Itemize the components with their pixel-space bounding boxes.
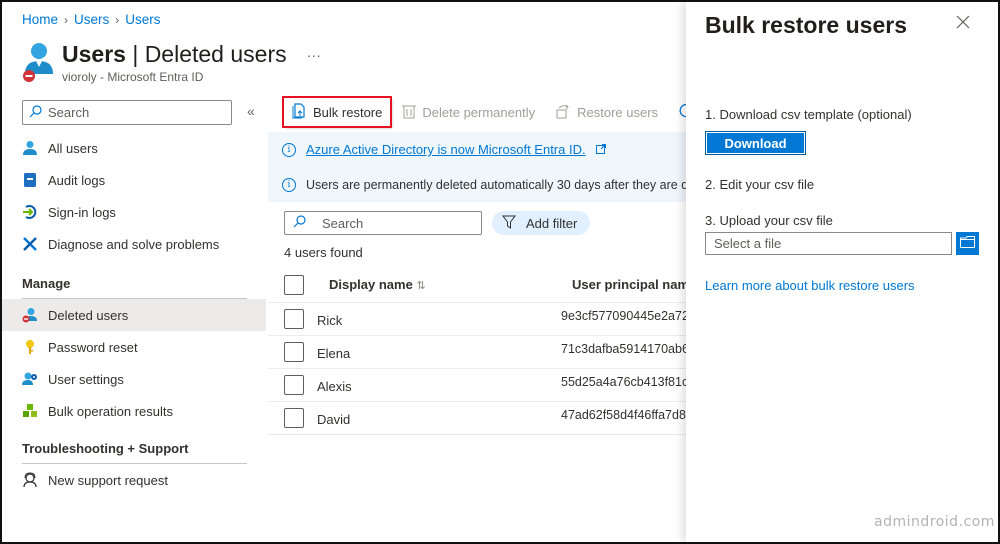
refresh-button[interactable] [670,98,686,126]
cell-display-name: Rick [317,313,343,328]
folder-icon [960,236,975,251]
row-checkbox[interactable] [284,375,304,395]
row-checkbox[interactable] [284,408,304,428]
bulk-restore-button[interactable]: Bulk restore [281,96,393,128]
table-row[interactable]: Rick 9e3cf577090445e2a72 [268,303,686,336]
user-settings-icon [22,371,38,387]
sidebar-item-sign-in-logs[interactable]: Sign-in logs [2,196,266,228]
cell-upn: 9e3cf577090445e2a72 [561,309,686,323]
entra-rename-link[interactable]: Azure Active Directory is now Microsoft … [306,142,586,157]
panel-title: Bulk restore users [705,12,907,38]
close-icon [955,15,971,33]
sidebar-nav: All users Audit logs Sign-in logs Diagno… [2,132,266,496]
table-row[interactable]: Alexis 55d25a4a76cb413f81c [268,369,686,402]
step-edit-label: 2. Edit your csv file [705,177,815,192]
row-checkbox[interactable] [284,309,304,329]
manage-heading: Manage [22,276,71,291]
restore-users-button[interactable]: Restore users [547,98,666,126]
main-blade: Home › Users › Users Users | Deleted use… [2,2,686,542]
sidebar-item-deleted-users[interactable]: Deleted users [2,299,266,331]
browse-file-button[interactable] [956,232,979,255]
table-row[interactable]: David 47ad62f58d4f46ffa7d8 [268,402,686,435]
sidebar-item-password-reset[interactable]: Password reset [2,331,266,363]
search-placeholder: Search [322,215,364,231]
row-checkbox[interactable] [284,342,304,362]
banner-retention-notice: i Users are permanently deleted automati… [282,178,686,192]
cell-display-name: Alexis [317,379,352,394]
chevron-right-icon: › [115,12,120,27]
sidebar-item-new-support-request[interactable]: New support request [2,464,266,496]
step-download-label: 1. Download csv template (optional) [705,107,912,122]
column-upn[interactable]: User principal name [572,277,686,292]
search-icon [293,215,306,231]
bulk-results-icon [22,403,38,419]
add-filter-button[interactable]: Add filter [492,211,590,235]
deleted-user-icon [22,307,38,323]
cell-display-name: David [317,412,351,427]
close-panel-button[interactable] [955,14,971,30]
cell-upn: 47ad62f58d4f46ffa7d8 [561,408,686,422]
users-table: Display name ⇅ User principal name Rick … [268,267,686,435]
chevron-right-icon: › [64,12,69,27]
restore-icon [555,103,571,122]
sidebar-item-all-users[interactable]: All users [2,132,266,164]
cell-upn: 55d25a4a76cb413f81c [561,375,686,389]
sidebar-item-diagnose[interactable]: Diagnose and solve problems [2,228,266,260]
page-header: Users | Deleted users vioroly - Microsof… [22,40,287,84]
learn-more-link[interactable]: Learn more about bulk restore users [705,278,915,293]
filter-icon [502,215,516,232]
breadcrumb-home[interactable]: Home [22,12,58,27]
table-row[interactable]: Elena 71c3dafba5914170ab6 [268,336,686,369]
info-banner: i Azure Active Directory is now Microsof… [268,132,686,202]
audit-log-icon [22,172,38,188]
step-upload-label: 3. Upload your csv file [705,213,833,228]
collapse-sidebar-button[interactable]: « [247,103,255,119]
result-count: 4 users found [284,245,363,260]
sort-icon[interactable]: ⇅ [416,280,425,292]
cell-upn: 71c3dafba5914170ab6 [561,342,686,356]
deleted-user-icon [22,40,54,82]
column-display-name[interactable]: Display name ⇅ [329,277,426,292]
table-header: Display name ⇅ User principal name [268,267,686,303]
bulk-restore-icon [292,102,307,122]
key-icon [22,339,38,355]
sidebar-item-user-settings[interactable]: User settings [2,363,266,395]
refresh-icon [678,103,686,122]
info-icon: i [282,142,296,157]
sign-in-icon [22,204,38,220]
external-link-icon[interactable] [595,143,606,157]
bulk-restore-panel: Bulk restore users 1. Download csv templ… [686,2,998,542]
cell-display-name: Elena [317,346,351,361]
sidebar-item-bulk-operation-results[interactable]: Bulk operation results [2,395,266,427]
search-icon [29,104,42,121]
command-bar: Bulk restore Delete permanently Restore … [281,96,686,128]
info-icon: i [282,178,296,192]
file-select-input[interactable]: Select a file [705,232,952,255]
delete-permanently-button[interactable]: Delete permanently [394,98,543,126]
download-template-button[interactable]: Download [705,131,806,155]
breadcrumb-users-current[interactable]: Users [125,12,160,27]
sidebar-item-audit-logs[interactable]: Audit logs [2,164,266,196]
trash-icon [402,103,417,122]
wrench-icon [22,236,38,252]
breadcrumb: Home › Users › Users [22,12,161,27]
page-subtitle: vioroly - Microsoft Entra ID [62,70,204,84]
user-icon [22,140,38,156]
breadcrumb-users[interactable]: Users [74,12,109,27]
more-options-button[interactable]: ... [307,44,322,60]
support-icon [22,472,38,488]
search-placeholder: Search [48,105,90,120]
page-title: Users | Deleted users [62,41,287,67]
users-search-input[interactable]: Search [284,211,482,235]
watermark: admindroid.com [874,514,995,530]
banner-rename-notice: i Azure Active Directory is now Microsof… [282,142,606,157]
select-all-checkbox[interactable] [284,274,304,295]
sidebar-search-input[interactable]: Search [22,100,232,125]
support-heading: Troubleshooting + Support [22,441,189,456]
